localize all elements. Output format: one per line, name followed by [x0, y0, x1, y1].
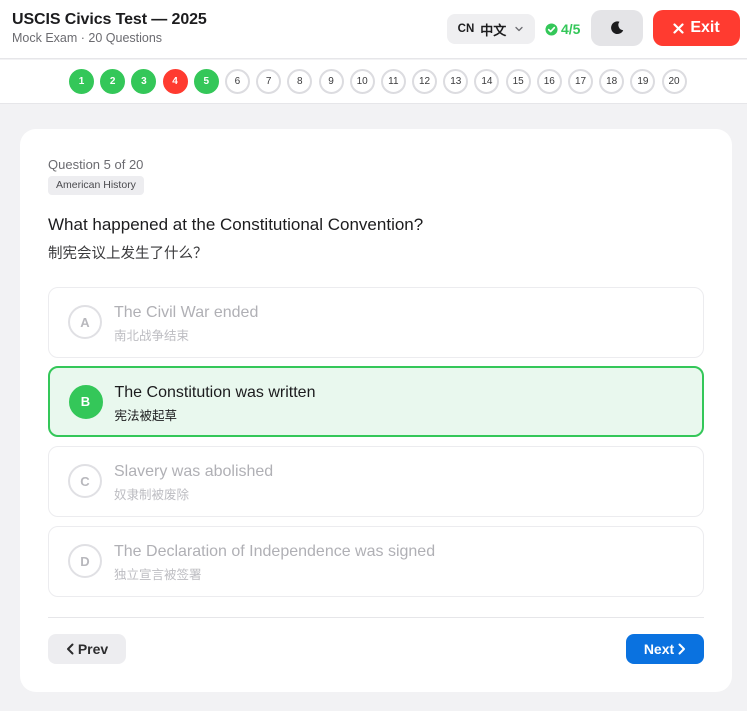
app-subtitle: Mock Exam · 20 Questions	[12, 31, 163, 45]
option-b[interactable]: B The Constitution was written 宪法被起草	[48, 366, 704, 437]
chevron-right-icon	[678, 643, 686, 655]
language-selector[interactable]: CN 中文	[447, 14, 535, 44]
chevron-down-icon	[515, 26, 523, 32]
option-a[interactable]: A The Civil War ended 南北战争结束	[48, 287, 704, 358]
question-dot-20[interactable]: 20	[661, 69, 687, 94]
option-text-en: Slavery was abolished	[114, 463, 274, 480]
question-text-en: What happened at the Constitutional Conv…	[48, 215, 424, 234]
language-code: CN	[457, 23, 475, 35]
question-dot-19[interactable]: 19	[630, 69, 656, 94]
option-text-en: The Declaration of Independence was sign…	[114, 543, 436, 560]
theme-toggle-button[interactable]	[591, 10, 643, 46]
option-letter: A	[68, 305, 102, 339]
question-dot-4[interactable]: 4	[162, 69, 188, 94]
question-counter: Question 5 of 20	[48, 157, 144, 172]
question-card: Question 5 of 20 American History What h…	[20, 129, 732, 692]
question-dot-8[interactable]: 8	[287, 69, 313, 94]
question-dot-17[interactable]: 17	[568, 69, 593, 94]
chevron-left-icon	[66, 643, 74, 655]
next-label: Next	[643, 641, 675, 657]
divider	[48, 617, 704, 618]
question-dot-15[interactable]: 15	[505, 69, 531, 94]
question-dot-7[interactable]: 7	[256, 69, 282, 94]
moon-icon	[611, 21, 624, 35]
question-dot-10[interactable]: 10	[349, 69, 375, 94]
question-dot-18[interactable]: 18	[599, 69, 625, 94]
question-navigator: 1 2 3 4 5 6 7 8 9 10 11 12 13 14 15 16 17 18 19 20	[0, 60, 747, 104]
question-dot-9[interactable]: 9	[318, 69, 344, 94]
category-badge: American History	[48, 176, 144, 195]
question-dot-2[interactable]: 2	[100, 69, 126, 94]
option-text-zh: 独立宣言被签署	[114, 567, 202, 582]
option-letter: B	[68, 384, 103, 419]
score-value: 4/5	[561, 21, 581, 37]
question-dot-13[interactable]: 13	[443, 69, 469, 94]
question-dot-14[interactable]: 14	[474, 69, 500, 94]
option-text-en: The Constitution was written	[114, 383, 316, 401]
option-text-zh: 奴隶制被废除	[114, 487, 190, 502]
question-dot-3[interactable]: 3	[131, 69, 157, 94]
option-c[interactable]: C Slavery was abolished 奴隶制被废除	[48, 446, 704, 517]
option-text-en: The Civil War ended	[114, 304, 259, 321]
language-label: 中文	[480, 22, 507, 38]
next-button[interactable]: Next	[626, 634, 704, 664]
score-display: 4/5	[545, 19, 580, 39]
close-icon	[673, 22, 684, 34]
exit-label: Exit	[690, 19, 720, 36]
question-text-zh: 制宪会议上发生了什么？	[48, 246, 208, 262]
option-d[interactable]: D The Declaration of Independence was si…	[48, 526, 704, 597]
app-header: USCIS Civics Test — 2025 Mock Exam · 20 …	[0, 0, 747, 59]
option-text-zh: 南北战争结束	[114, 328, 190, 343]
option-letter: D	[68, 544, 102, 578]
question-dots: 1 2 3 4 5 6 7 8 9 10 11 12 13 14 15 16 17 18 19 20	[69, 69, 687, 94]
option-letter: C	[68, 464, 102, 498]
question-dot-12[interactable]: 12	[412, 69, 438, 94]
question-dot-16[interactable]: 16	[536, 69, 562, 94]
exit-button[interactable]: Exit	[653, 10, 740, 46]
question-dot-6[interactable]: 6	[224, 69, 250, 94]
check-circle-icon	[545, 22, 558, 36]
question-dot-11[interactable]: 11	[380, 69, 406, 94]
question-dot-1[interactable]: 1	[69, 69, 94, 94]
question-dot-5[interactable]: 5	[193, 69, 219, 94]
option-text-zh: 宪法被起草	[114, 407, 178, 423]
app-title: USCIS Civics Test — 2025	[12, 11, 207, 28]
prev-button[interactable]: Prev	[48, 634, 126, 664]
prev-label: Prev	[77, 641, 109, 657]
